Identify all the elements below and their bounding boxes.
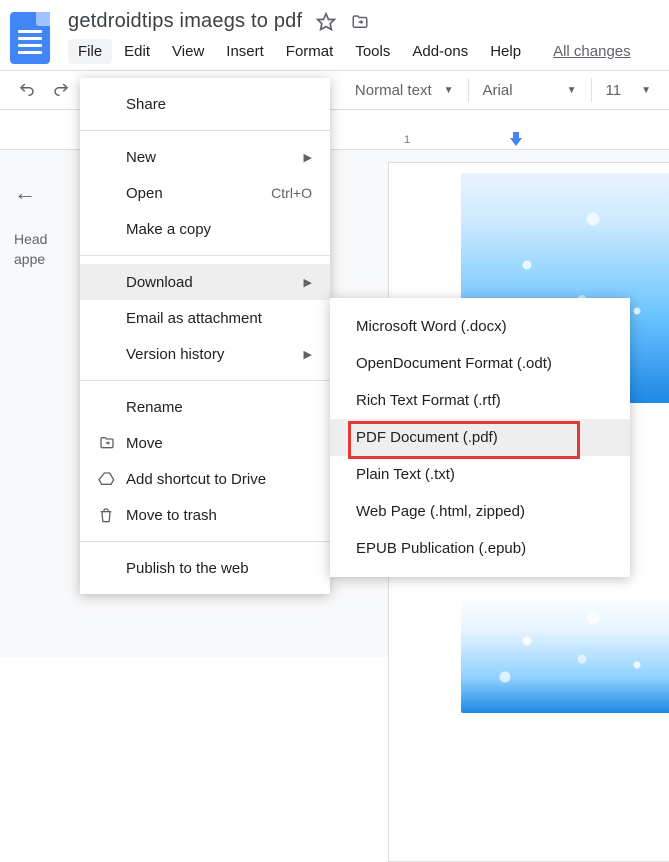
menu-addons[interactable]: Add-ons bbox=[402, 39, 478, 64]
indent-marker-icon[interactable] bbox=[510, 138, 522, 146]
download-odt[interactable]: OpenDocument Format (.odt) bbox=[330, 345, 630, 382]
menu-tools[interactable]: Tools bbox=[345, 39, 400, 64]
download-pdf[interactable]: PDF Document (.pdf) bbox=[330, 419, 630, 456]
chevron-down-icon: ▼ bbox=[444, 85, 454, 96]
menubar: File Edit View Insert Format Tools Add-o… bbox=[68, 39, 659, 64]
folder-move-icon bbox=[98, 435, 126, 451]
file-menu-new[interactable]: New ▶ bbox=[80, 139, 330, 175]
menu-help[interactable]: Help bbox=[480, 39, 531, 64]
menu-all-changes[interactable]: All changes bbox=[543, 39, 641, 64]
undo-button[interactable] bbox=[10, 75, 44, 105]
outline-placeholder: Head appe bbox=[14, 230, 86, 269]
shortcut-label: Ctrl+O bbox=[271, 185, 312, 201]
menu-view[interactable]: View bbox=[162, 39, 214, 64]
paragraph-style-select[interactable]: Normal text ▼ bbox=[347, 78, 462, 103]
back-arrow-icon[interactable]: ← bbox=[14, 180, 86, 206]
file-menu-move-trash[interactable]: Move to trash bbox=[80, 497, 330, 533]
menu-file[interactable]: File bbox=[68, 39, 112, 64]
file-menu-move[interactable]: Move bbox=[80, 425, 330, 461]
chevron-down-icon: ▼ bbox=[641, 85, 651, 96]
download-rtf[interactable]: Rich Text Format (.rtf) bbox=[330, 382, 630, 419]
file-menu-download[interactable]: Download ▶ bbox=[80, 264, 330, 300]
file-menu-dropdown: Share New ▶ Open Ctrl+O Make a copy Down… bbox=[80, 78, 330, 594]
redo-button[interactable] bbox=[44, 75, 78, 105]
image-water-splash[interactable] bbox=[461, 593, 669, 713]
font-family-select[interactable]: Arial ▼ bbox=[475, 78, 585, 103]
docs-app-icon[interactable] bbox=[10, 12, 50, 64]
menu-edit[interactable]: Edit bbox=[114, 39, 160, 64]
menu-format[interactable]: Format bbox=[276, 39, 344, 64]
move-folder-icon[interactable] bbox=[350, 13, 370, 31]
chevron-down-icon: ▼ bbox=[567, 85, 577, 96]
paragraph-style-label: Normal text bbox=[355, 82, 432, 99]
drive-icon bbox=[98, 471, 126, 487]
download-epub[interactable]: EPUB Publication (.epub) bbox=[330, 530, 630, 567]
star-icon[interactable] bbox=[316, 12, 336, 32]
ruler-tick: 1 bbox=[404, 134, 410, 146]
chevron-right-icon: ▶ bbox=[304, 276, 312, 289]
download-docx[interactable]: Microsoft Word (.docx) bbox=[330, 308, 630, 345]
document-title[interactable]: getdroidtips imaegs to pdf bbox=[68, 10, 302, 33]
file-menu-add-shortcut[interactable]: Add shortcut to Drive bbox=[80, 461, 330, 497]
font-size-value: 11 bbox=[606, 82, 622, 99]
font-family-label: Arial bbox=[483, 82, 513, 99]
file-menu-email-attachment[interactable]: Email as attachment bbox=[80, 300, 330, 336]
file-menu-open[interactable]: Open Ctrl+O bbox=[80, 175, 330, 211]
file-menu-version-history[interactable]: Version history ▶ bbox=[80, 336, 330, 372]
download-txt[interactable]: Plain Text (.txt) bbox=[330, 456, 630, 493]
file-menu-rename[interactable]: Rename bbox=[80, 389, 330, 425]
download-submenu: Microsoft Word (.docx) OpenDocument Form… bbox=[330, 298, 630, 577]
file-menu-share[interactable]: Share bbox=[80, 86, 330, 122]
file-menu-make-copy[interactable]: Make a copy bbox=[80, 211, 330, 247]
download-html[interactable]: Web Page (.html, zipped) bbox=[330, 493, 630, 530]
chevron-right-icon: ▶ bbox=[304, 151, 312, 164]
trash-icon bbox=[98, 506, 126, 524]
file-menu-publish-web[interactable]: Publish to the web bbox=[80, 550, 330, 586]
chevron-right-icon: ▶ bbox=[304, 348, 312, 361]
font-size-select[interactable]: 11 ▼ bbox=[598, 78, 659, 103]
menu-insert[interactable]: Insert bbox=[216, 39, 274, 64]
